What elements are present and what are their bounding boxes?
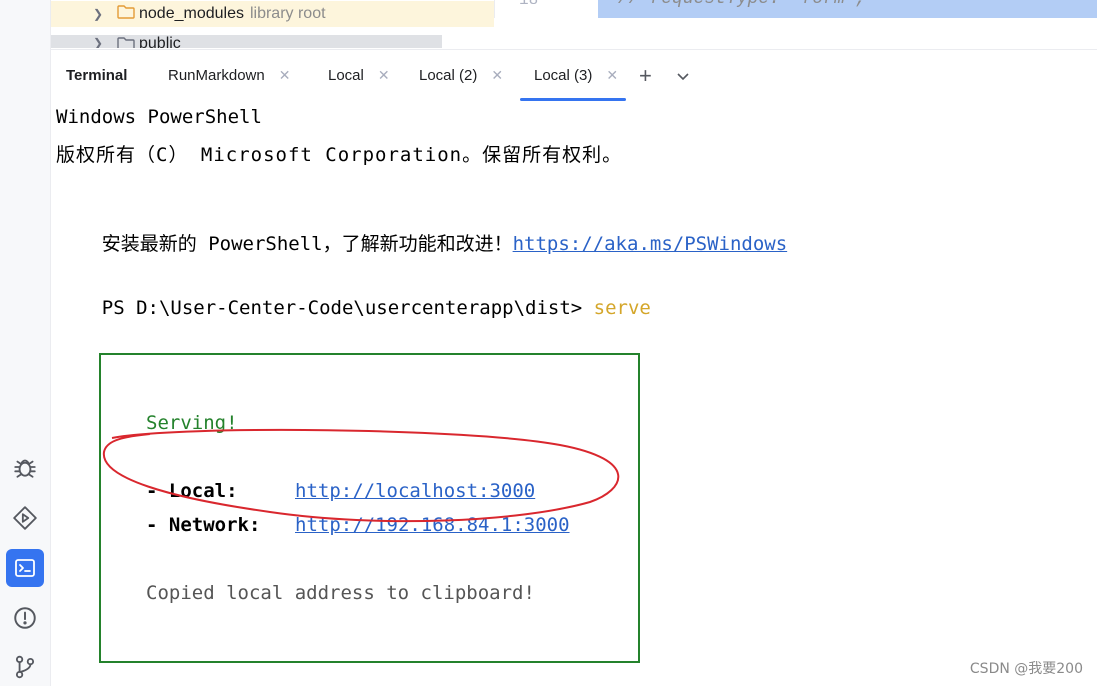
plus-icon: + bbox=[639, 62, 652, 88]
tree-item-public[interactable]: ❯ public bbox=[51, 35, 442, 48]
network-url-link[interactable]: http://192.168.84.1:3000 bbox=[295, 514, 570, 536]
services-button[interactable] bbox=[6, 499, 44, 537]
close-icon[interactable]: ✕ bbox=[606, 67, 618, 84]
bug-icon bbox=[14, 459, 36, 478]
terminal-output[interactable]: Windows PowerShell 版权所有（C） Microsoft Cor… bbox=[51, 101, 1097, 686]
watermark: CSDN @我要200 bbox=[969, 661, 1083, 677]
tab-local[interactable]: Local ✕ bbox=[328, 50, 390, 101]
tab-local-3[interactable]: Local (3) ✕ bbox=[519, 50, 627, 101]
terminal-line: Windows PowerShell bbox=[56, 106, 262, 128]
copied-text: Copied local address to clipboard! bbox=[146, 582, 535, 604]
git-button[interactable] bbox=[6, 648, 44, 686]
close-icon[interactable]: ✕ bbox=[378, 67, 390, 84]
tab-label: Local (3) bbox=[534, 67, 593, 84]
serving-text: Serving! bbox=[146, 412, 238, 434]
command-text: serve bbox=[593, 297, 651, 319]
terminal-tab-bar: Terminal RunMarkdown ✕ Local ✕ Local (2)… bbox=[51, 49, 1097, 102]
code-comment: // requestType: 'form', bbox=[618, 0, 866, 9]
tab-local-2[interactable]: Local (2) ✕ bbox=[419, 50, 503, 101]
install-hint-text: 安装最新的 PowerShell，了解新功能和改进！ bbox=[101, 233, 513, 255]
terminal-panel-title: Terminal bbox=[66, 67, 128, 84]
tab-label: RunMarkdown bbox=[168, 67, 265, 84]
serve-box: Serving! - Local: http://localhost:3000 … bbox=[99, 353, 640, 663]
close-icon[interactable]: ✕ bbox=[279, 67, 291, 84]
tree-item-node-modules[interactable]: ❯ node_modules library root bbox=[51, 1, 494, 27]
network-label: - Network: bbox=[146, 514, 261, 536]
close-icon[interactable]: ✕ bbox=[491, 67, 503, 84]
git-icon bbox=[15, 655, 35, 679]
new-tab-button[interactable]: + bbox=[639, 50, 652, 101]
services-icon bbox=[13, 506, 37, 530]
folder-icon bbox=[117, 4, 135, 25]
tree-item-label: node_modules bbox=[139, 5, 244, 22]
debug-button[interactable] bbox=[6, 448, 44, 486]
terminal-prompt-line: PS D:\User-Center-Code\usercenterapp\dis… bbox=[56, 275, 651, 341]
local-label: - Local: bbox=[146, 480, 238, 502]
editor-gutter: 18 bbox=[494, 0, 595, 18]
folder-icon bbox=[117, 36, 135, 48]
tab-label: Local bbox=[328, 67, 364, 84]
editor-code-line[interactable]: // requestType: 'form', bbox=[598, 0, 1097, 18]
terminal-line: 安装最新的 PowerShell，了解新功能和改进！https://aka.ms… bbox=[56, 207, 787, 278]
tab-runmarkdown[interactable]: RunMarkdown ✕ bbox=[168, 50, 290, 101]
chevron-right-icon: ❯ bbox=[93, 36, 104, 48]
local-url-link[interactable]: http://localhost:3000 bbox=[295, 480, 535, 502]
tab-list-dropdown[interactable] bbox=[675, 50, 691, 101]
tree-item-hint: library root bbox=[249, 5, 326, 22]
chevron-right-icon: ❯ bbox=[93, 7, 104, 21]
line-number: 18 bbox=[519, 0, 539, 9]
problems-button[interactable] bbox=[6, 599, 44, 637]
terminal-button[interactable] bbox=[6, 549, 44, 587]
terminal-line: 版权所有（C） Microsoft Corporation。保留所有权利。 bbox=[56, 144, 623, 166]
tree-item-label: public bbox=[139, 35, 181, 48]
prompt-text: PS D:\User-Center-Code\usercenterapp\dis… bbox=[101, 297, 594, 319]
left-tool-strip bbox=[0, 0, 51, 686]
project-tree: ❯ node_modules library root ❯ public bbox=[51, 0, 494, 48]
terminal-icon bbox=[15, 559, 35, 577]
tab-label: Local (2) bbox=[419, 67, 478, 84]
chevron-down-icon bbox=[677, 72, 689, 80]
problems-icon bbox=[14, 607, 36, 629]
powershell-link[interactable]: https://aka.ms/PSWindows bbox=[513, 233, 788, 255]
